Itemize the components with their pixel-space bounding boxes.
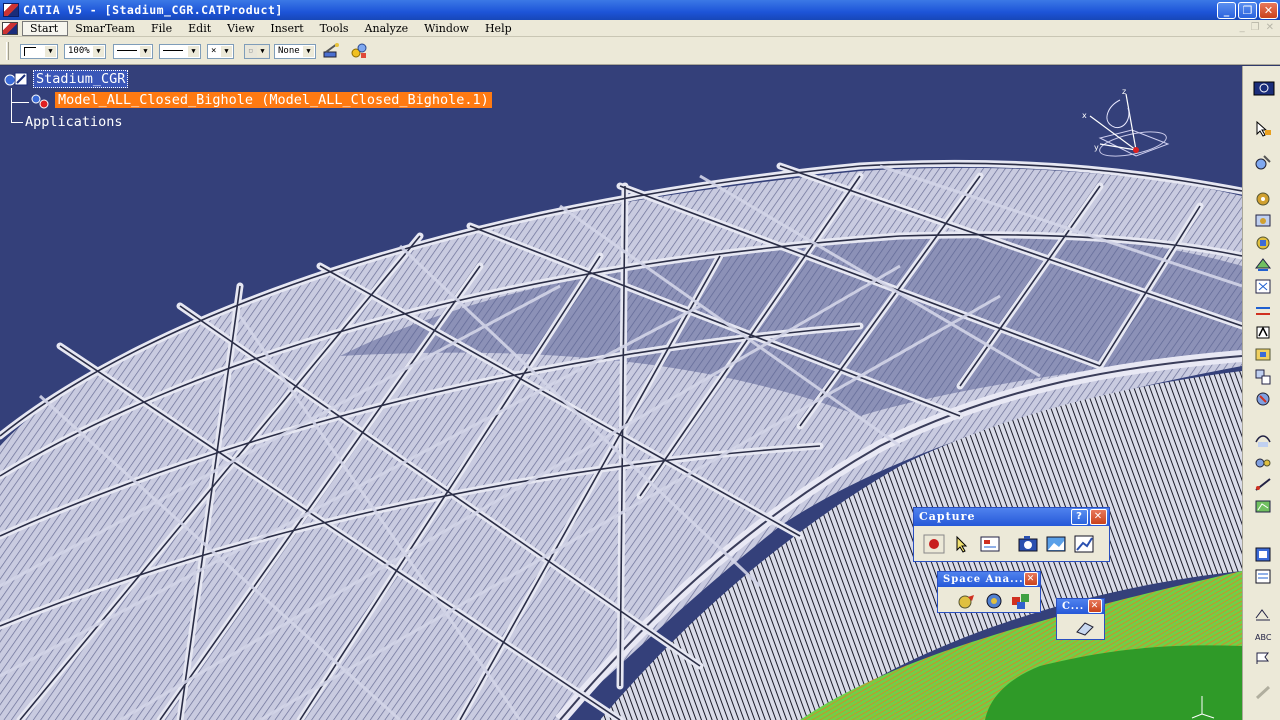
capture-camera-icon[interactable] bbox=[1017, 534, 1039, 554]
graph-capture-icon[interactable] bbox=[1073, 534, 1095, 554]
transparency-combo[interactable]: 100% bbox=[64, 44, 106, 59]
replace-component-icon[interactable] bbox=[1254, 256, 1272, 273]
select-mode-icon[interactable] bbox=[951, 534, 973, 554]
tree-connector bbox=[11, 88, 12, 122]
manipulate-icon[interactable] bbox=[1254, 346, 1272, 363]
right-toolbar: ABC bbox=[1242, 66, 1280, 720]
menu-bar: Start SmarTeam File Edit View Insert Too… bbox=[0, 20, 1280, 37]
constraint-icon[interactable] bbox=[1254, 302, 1272, 319]
text-abc-icon[interactable]: ABC bbox=[1254, 628, 1272, 645]
menu-view[interactable]: View bbox=[220, 22, 263, 35]
menu-start[interactable]: Start bbox=[22, 20, 69, 36]
small-toolbar-close-button[interactable]: ✕ bbox=[1088, 599, 1102, 613]
existing-component-icon[interactable] bbox=[1254, 212, 1272, 229]
bill-of-material-icon[interactable] bbox=[1254, 568, 1272, 585]
capture-toolbar-title[interactable]: Capture ? ✕ bbox=[914, 508, 1109, 526]
axis-triad-icon bbox=[1191, 696, 1215, 719]
sectioning-icon[interactable] bbox=[983, 591, 1005, 611]
specification-tree: Stadium_CGR Model_ALL_Closed_Bighole (Mo… bbox=[0, 66, 600, 136]
line-type-combo[interactable] bbox=[159, 44, 201, 59]
doc-close-icon[interactable]: ✕ bbox=[1266, 22, 1274, 33]
options-icon[interactable] bbox=[979, 534, 1001, 554]
space-analysis-close-button[interactable]: ✕ bbox=[1024, 572, 1038, 586]
toolbar-grip[interactable] bbox=[6, 42, 9, 60]
new-product-icon[interactable] bbox=[1254, 234, 1272, 251]
catia-window: CATIA V5 - [Stadium_CGR.CATProduct] _ ❐ … bbox=[0, 0, 1280, 720]
space-analysis-title[interactable]: Space Ana... ✕ bbox=[938, 572, 1040, 587]
eraser-icon[interactable] bbox=[1074, 618, 1096, 638]
restore-button[interactable]: ❐ bbox=[1238, 2, 1257, 19]
flag-note-icon[interactable] bbox=[1254, 650, 1272, 667]
menu-file[interactable]: File bbox=[144, 22, 181, 35]
point-type-combo[interactable]: × bbox=[207, 44, 234, 59]
component-icon[interactable] bbox=[30, 93, 54, 111]
menu-insert[interactable]: Insert bbox=[263, 22, 312, 35]
compass-z-label: z bbox=[1122, 87, 1126, 96]
tree-applications-node[interactable]: Applications bbox=[25, 114, 123, 130]
menu-smarteam[interactable]: SmarTeam bbox=[68, 22, 144, 35]
small-toolbar-title[interactable]: C... ✕ bbox=[1057, 599, 1104, 614]
capture-toolbar: Capture ? ✕ bbox=[913, 507, 1110, 562]
tree-root-node[interactable]: Stadium_CGR bbox=[33, 70, 129, 88]
menu-edit[interactable]: Edit bbox=[181, 22, 220, 35]
tree-child-node[interactable]: Model_ALL_Closed_Bighole (Model_ALL_Clos… bbox=[55, 92, 492, 108]
menu-analyze[interactable]: Analyze bbox=[358, 22, 418, 35]
tree-connector bbox=[11, 102, 29, 103]
gear-assembly-icon[interactable] bbox=[1254, 190, 1272, 207]
catalog-icon[interactable] bbox=[1254, 546, 1272, 563]
doc-minimize-icon[interactable]: _ bbox=[1240, 22, 1245, 33]
title-bar: CATIA V5 - [Stadium_CGR.CATProduct] _ ❐ … bbox=[0, 0, 1280, 20]
menu-tools[interactable]: Tools bbox=[313, 22, 358, 35]
line-thickness-combo[interactable] bbox=[113, 44, 153, 59]
doc-restore-icon[interactable]: ❐ bbox=[1251, 22, 1260, 33]
distance-band-icon[interactable] bbox=[1010, 591, 1032, 611]
product-icon[interactable] bbox=[3, 70, 31, 90]
layer-combo[interactable]: None bbox=[274, 44, 316, 59]
window-title: CATIA V5 - [Stadium_CGR.CATProduct] bbox=[23, 3, 283, 17]
graph-tree-icon[interactable] bbox=[1254, 278, 1272, 295]
measure-icon[interactable] bbox=[1254, 476, 1272, 493]
annotation-icon[interactable] bbox=[1254, 606, 1272, 623]
color-combo[interactable] bbox=[20, 44, 58, 59]
select-icon[interactable] bbox=[1254, 120, 1272, 137]
capture-help-button[interactable]: ? bbox=[1071, 509, 1088, 525]
close-button[interactable]: ✕ bbox=[1259, 2, 1278, 19]
compass-y-label: y bbox=[1094, 143, 1099, 152]
analysis-icon[interactable] bbox=[1254, 498, 1272, 515]
space-analysis-toolbar: Space Ana... ✕ bbox=[937, 571, 1041, 613]
workbench-icon[interactable] bbox=[1253, 80, 1275, 97]
menu-window[interactable]: Window bbox=[417, 22, 478, 35]
compass-x-label: x bbox=[1082, 111, 1087, 120]
clash-icon[interactable] bbox=[1254, 390, 1272, 407]
small-floating-toolbar: C... ✕ bbox=[1056, 598, 1105, 640]
painter-icon[interactable] bbox=[322, 42, 340, 60]
album-icon[interactable] bbox=[1045, 534, 1067, 554]
graphic-properties-toolbar: 100% × ▫ None bbox=[0, 37, 1280, 65]
rendering-style-combo: ▫ bbox=[244, 44, 270, 59]
compass-icon[interactable]: z x y bbox=[1078, 86, 1174, 170]
minimize-button[interactable]: _ bbox=[1217, 2, 1236, 19]
menu-help[interactable]: Help bbox=[478, 22, 521, 35]
sketch-icon[interactable] bbox=[1254, 154, 1272, 171]
document-window-buttons: _ ❐ ✕ bbox=[1240, 22, 1274, 33]
document-icon[interactable] bbox=[2, 21, 18, 35]
record-icon[interactable] bbox=[923, 534, 945, 554]
capture-close-button[interactable]: ✕ bbox=[1090, 509, 1107, 525]
distance-icon[interactable] bbox=[1254, 454, 1272, 471]
svg-text:ABC: ABC bbox=[1255, 633, 1272, 642]
section-icon[interactable] bbox=[1254, 432, 1272, 449]
catia-app-icon[interactable] bbox=[3, 3, 19, 17]
clash-analysis-icon[interactable] bbox=[956, 591, 978, 611]
tree-connector bbox=[11, 122, 23, 123]
fix-icon[interactable] bbox=[1254, 324, 1272, 341]
properties-icon[interactable] bbox=[350, 42, 368, 60]
disabled-tool-icon bbox=[1255, 685, 1271, 700]
explode-icon[interactable] bbox=[1254, 368, 1272, 385]
